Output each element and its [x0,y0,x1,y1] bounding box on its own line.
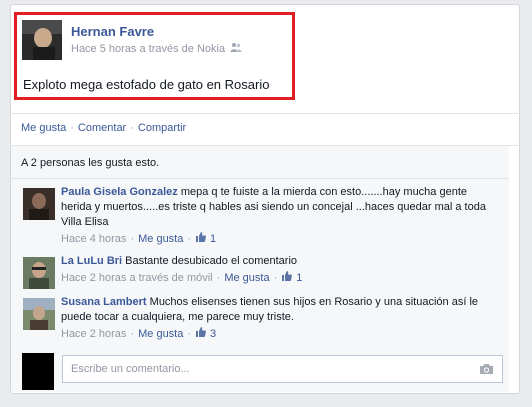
commenter-avatar[interactable] [23,257,55,289]
comment-timestamp[interactable]: Hace 4 horas [61,232,126,247]
thumbs-up-icon[interactable] [195,231,206,247]
separator-dot: · [216,271,221,284]
comment-text: Bastante desubicado el comentario [125,255,298,267]
separator-dot: · [187,232,192,245]
commenter-avatar[interactable] [23,188,55,220]
separator-dot: · [130,122,134,134]
comment-timestamp[interactable]: Hace 2 horas [61,327,126,342]
commenter-name[interactable]: La LuLu Bri [61,255,122,267]
comment-like-button[interactable]: Me gusta [138,327,183,342]
share-button[interactable]: Compartir [138,122,186,134]
separator-dot: · [130,232,135,245]
likes-summary[interactable]: A 2 personas les gusta esto. [21,157,159,169]
comment-meta: Hace 2 horas · Me gusta · 3 [61,326,498,342]
comment-item: Susana Lambert Muchos elisenses tienen s… [23,295,498,345]
separator-dot: · [130,327,135,340]
comment-input-placeholder: Escribe un comentario... [71,363,190,375]
separator-dot: · [187,327,192,340]
viewer-avatar [22,353,54,390]
divider [11,178,509,179]
comment-meta: Hace 2 horas a través de móvil · Me gust… [61,270,498,286]
highlight-box [14,12,295,100]
post-actions: Me gusta · Comentar · Compartir [21,122,186,134]
comment-like-count[interactable]: 1 [210,232,216,247]
comment-item: Paula Gisela Gonzalez mepa q te fuiste a… [23,185,498,247]
commenter-name[interactable]: Paula Gisela Gonzalez [61,186,178,198]
comment-input[interactable]: Escribe un comentario... [62,355,503,383]
comment-like-count[interactable]: 1 [296,271,302,286]
camera-icon[interactable] [479,363,494,378]
thumbs-up-icon[interactable] [195,326,206,342]
commenter-avatar[interactable] [23,298,55,330]
comment-timestamp[interactable]: Hace 2 horas a través de móvil [61,271,213,286]
comment-like-button[interactable]: Me gusta [224,271,269,286]
comment-button[interactable]: Comentar [78,122,126,134]
separator-dot: · [273,271,278,284]
like-button[interactable]: Me gusta [21,122,66,134]
comment-meta: Hace 4 horas · Me gusta · 1 [61,231,498,247]
comment-like-count[interactable]: 3 [210,327,216,342]
comment-item: La LuLu Bri Bastante desubicado el comen… [23,254,498,290]
comment-like-button[interactable]: Me gusta [138,232,183,247]
commenter-name[interactable]: Susana Lambert [61,296,147,308]
divider [10,113,518,114]
separator-dot: · [70,122,74,134]
thumbs-up-icon[interactable] [281,270,293,286]
